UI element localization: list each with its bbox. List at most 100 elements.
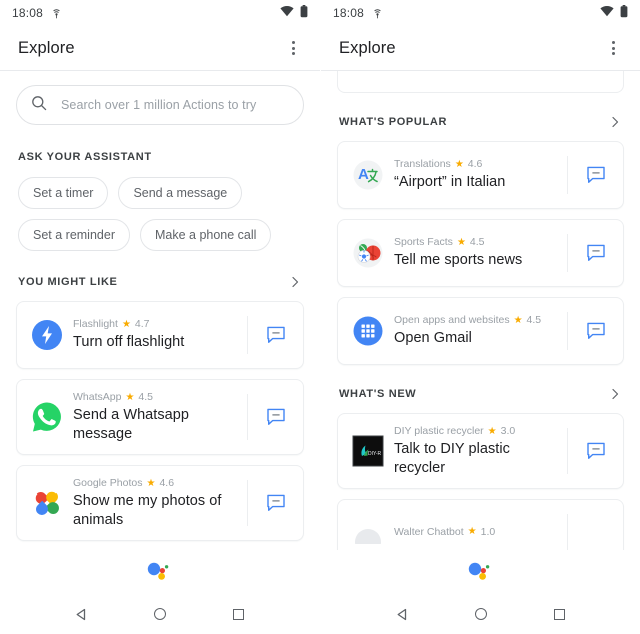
app-name: Sports Facts: [394, 236, 453, 249]
action-query: Show me my photos of animals: [73, 493, 222, 528]
rating-value: 3.0: [500, 425, 516, 437]
section-label: YOU MIGHT LIKE: [18, 276, 118, 288]
star-icon: ★: [467, 526, 477, 538]
rating-value: 4.5: [469, 236, 485, 249]
search-input[interactable]: Search over 1 million Actions to try: [16, 85, 304, 125]
star-icon: ★: [146, 477, 156, 489]
action-card-flashlight[interactable]: Flashlight ★ 4.7 Turn off flashlight: [16, 301, 304, 369]
search-placeholder: Search over 1 million Actions to try: [61, 98, 257, 112]
app-name: Open apps and websites: [394, 314, 510, 327]
chevron-right-icon[interactable]: [608, 387, 622, 401]
bottom-bar: [321, 550, 640, 634]
star-icon: ★: [125, 391, 135, 403]
battery-icon: [300, 5, 308, 21]
chat-bubble-icon[interactable]: [567, 312, 623, 350]
action-card-sports-facts[interactable]: Sports Facts ★ 4.5 Tell me sports news: [337, 219, 624, 287]
home-button[interactable]: [469, 602, 493, 626]
rating-value: 4.7: [134, 318, 150, 331]
wifi-icon: [280, 6, 294, 20]
status-bar-clock: 18:08: [12, 6, 44, 20]
google-assistant-dots[interactable]: [321, 550, 640, 594]
section-header-you-might-like[interactable]: YOU MIGHT LIKE: [16, 253, 304, 299]
action-card-meta: Open apps and websites ★ 4.5: [394, 314, 561, 326]
recents-button[interactable]: [548, 602, 572, 626]
page-title: Explore: [18, 38, 75, 57]
section-header-whats-popular[interactable]: WHAT'S POPULAR: [337, 93, 624, 139]
explore-scroll-area[interactable]: Search over 1 million Actions to try ASK…: [0, 71, 320, 555]
action-card-meta: Translations ★ 4.6: [394, 158, 561, 170]
action-card-meta: Google Photos ★ 4.6: [73, 477, 241, 489]
app-name: Translations: [394, 158, 451, 171]
action-card-meta: DIY plastic recycler ★ 3.0: [394, 425, 561, 437]
phone-screen-left: 18:08 Explore Search over 1 million Acti…: [0, 0, 320, 634]
home-button[interactable]: [148, 602, 172, 626]
action-card-whatsapp[interactable]: WhatsApp ★ 4.5 Send a Whatsapp message: [16, 379, 304, 456]
action-card-text: WhatsApp ★ 4.5 Send a Whatsapp message: [73, 380, 247, 454]
action-card-meta: Walter Chatbot ★ 1.0: [394, 526, 561, 538]
wifi-icon: [600, 6, 614, 20]
action-card-walter-chatbot[interactable]: Walter Chatbot ★ 1.0: [337, 499, 624, 555]
svg-text:DIY-R: DIY-R: [368, 451, 382, 457]
walter-chatbot-icon: [338, 500, 394, 555]
google-photos-icon: [17, 466, 73, 540]
explore-scroll-area[interactable]: WHAT'S POPULAR A Translations ★ 4.6 “Air…: [321, 71, 640, 555]
overflow-menu-icon[interactable]: [602, 37, 624, 59]
android-nav-bar: [0, 594, 320, 634]
section-header-whats-new[interactable]: WHAT'S NEW: [337, 365, 624, 411]
chat-bubble-icon[interactable]: [247, 316, 303, 354]
cast-icon: [50, 8, 63, 19]
status-bar-clock: 18:08: [333, 6, 365, 20]
back-button[interactable]: [390, 602, 414, 626]
rating-value: 4.6: [467, 158, 483, 171]
chip-send-a-message[interactable]: Send a message: [118, 177, 243, 209]
back-button[interactable]: [69, 602, 93, 626]
chip-make-a-phone-call[interactable]: Make a phone call: [139, 219, 272, 251]
action-card-diy-plastic-recycler[interactable]: DIY-R DIY plastic recycler ★ 3.0 Talk to…: [337, 413, 624, 490]
overflow-menu-icon[interactable]: [282, 37, 304, 59]
section-label: WHAT'S NEW: [339, 388, 417, 400]
page-title: Explore: [339, 38, 396, 57]
action-card-text: DIY plastic recycler ★ 3.0 Talk to DIY p…: [394, 414, 567, 488]
dual-screenshot-container: 18:08 Explore Search over 1 million Acti…: [0, 0, 640, 634]
google-assistant-dots[interactable]: [0, 550, 320, 594]
action-card-open-apps-and-websites[interactable]: Open apps and websites ★ 4.5 Open Gmail: [337, 297, 624, 365]
chat-bubble-icon[interactable]: [247, 480, 303, 527]
chip-set-a-timer[interactable]: Set a timer: [18, 177, 109, 209]
chat-bubble-icon[interactable]: [247, 394, 303, 441]
recents-button[interactable]: [227, 602, 251, 626]
section-label: WHAT'S POPULAR: [339, 116, 448, 128]
whatsapp-icon: [17, 380, 73, 454]
google-translate-icon: A: [338, 142, 394, 208]
action-card-list: Flashlight ★ 4.7 Turn off flashlight Wha…: [16, 299, 304, 542]
action-query: Open Gmail: [394, 330, 472, 347]
action-query: “Airport” in Italian: [394, 174, 506, 191]
chat-bubble-icon[interactable]: [567, 234, 623, 272]
app-bar: Explore: [0, 26, 320, 70]
partial-card-above: [337, 71, 624, 93]
rating-value: 1.0: [480, 525, 496, 538]
chip-set-a-reminder[interactable]: Set a reminder: [18, 219, 130, 251]
chat-bubble-icon[interactable]: [567, 156, 623, 194]
chevron-right-icon[interactable]: [288, 275, 302, 289]
action-card-list: DIY-R DIY plastic recycler ★ 3.0 Talk to…: [337, 411, 624, 555]
svg-text:A: A: [358, 166, 369, 183]
chat-bubble-icon[interactable]: [567, 428, 623, 475]
app-name: Flashlight: [73, 318, 118, 331]
action-card-google-photos[interactable]: Google Photos ★ 4.6 Show me my photos of…: [16, 465, 304, 542]
app-name: Google Photos: [73, 477, 143, 490]
action-card-translations[interactable]: A Translations ★ 4.6 “Airport” in Italia…: [337, 141, 624, 209]
action-card-list: A Translations ★ 4.6 “Airport” in Italia…: [337, 139, 624, 365]
action-card-text: Google Photos ★ 4.6 Show me my photos of…: [73, 466, 247, 540]
search-bar-container: Search over 1 million Actions to try: [16, 71, 304, 129]
rating-value: 4.5: [138, 391, 154, 403]
section-label: ASK YOUR ASSISTANT: [18, 151, 152, 163]
action-card-text: Translations ★ 4.6 “Airport” in Italian: [394, 142, 567, 208]
chevron-right-icon[interactable]: [608, 115, 622, 129]
star-icon: ★: [513, 314, 523, 326]
apps-grid-icon: [338, 298, 394, 364]
app-name: Walter Chatbot: [394, 525, 464, 538]
chat-bubble-icon[interactable]: [567, 514, 623, 553]
rating-value: 4.6: [159, 477, 175, 490]
action-card-meta: Sports Facts ★ 4.5: [394, 236, 561, 248]
action-query: Tell me sports news: [394, 252, 523, 269]
